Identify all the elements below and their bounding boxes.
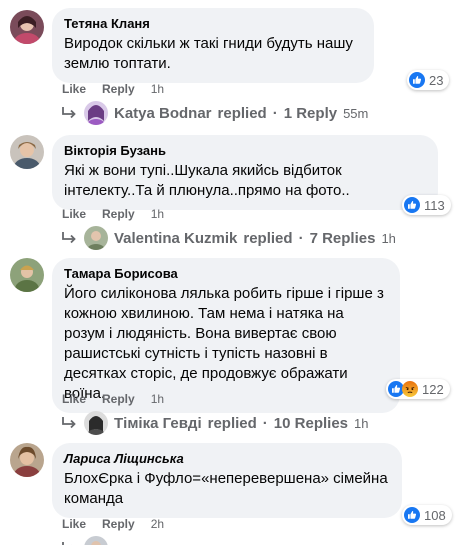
like-button[interactable]: Like [62, 516, 86, 532]
reaction-summary[interactable]: 23 [407, 70, 450, 90]
comment-author[interactable]: Тамара Борисова [64, 266, 388, 282]
reaction-summary[interactable]: 122 [386, 379, 450, 399]
avatar[interactable] [10, 135, 44, 169]
comment-time[interactable]: 1h [151, 391, 164, 407]
reply-author: Valentina Kuzmik [114, 229, 238, 247]
reply-button[interactable]: Reply [102, 516, 135, 532]
like-icon [404, 507, 420, 523]
like-button[interactable]: Like [62, 81, 86, 97]
reaction-count: 113 [424, 197, 445, 213]
replied-label: replied [217, 104, 267, 122]
reply-button[interactable]: Reply [102, 391, 135, 407]
comment-time[interactable]: 2h [151, 516, 164, 532]
reply-time: 1h [381, 230, 396, 246]
like-icon [409, 72, 425, 88]
reply-count: 7 Replies [309, 229, 376, 247]
comment-text: Які ж вони тупі..Шукала якийсь відбиток … [64, 162, 350, 199]
reply-arrow-icon [62, 417, 76, 429]
separator: · [272, 104, 278, 122]
reaction-count: 122 [422, 381, 444, 397]
avatar[interactable] [10, 258, 44, 292]
like-button[interactable]: Like [62, 391, 86, 407]
comment-bubble: Вікторія Бузань Які ж вони тупі..Шукала … [52, 135, 438, 210]
reply-arrow-icon [62, 107, 76, 119]
replied-label: replied [207, 414, 257, 432]
comment-actions: Like Reply 1h [62, 81, 164, 97]
reply-time: 55m [343, 105, 369, 121]
reply-author: Katya Bodnar [114, 104, 212, 122]
reply-count: 1 Reply [283, 104, 338, 122]
replies-link[interactable] [60, 536, 108, 545]
reply-time: 1h [354, 415, 369, 431]
comment-author[interactable]: Тетяна Кланя [64, 16, 362, 32]
comment-actions: Like Reply 2h [62, 516, 164, 532]
comment-time[interactable]: 1h [151, 81, 164, 97]
separator: · [262, 414, 268, 432]
replies-link[interactable]: Katya Bodnar replied · 1 Reply 55m [60, 101, 368, 125]
replied-label: replied [243, 229, 293, 247]
reply-arrow-icon [62, 232, 76, 244]
comment-text: Виродок скільки ж такі гниди будуть нашу… [64, 35, 353, 72]
comment-author[interactable]: Вікторія Бузань [64, 143, 426, 159]
angry-icon [402, 381, 418, 397]
comment-time[interactable]: 1h [151, 206, 164, 222]
comment-bubble: Лариса Ліщинська БлохЄрка і Фуфло=«непер… [52, 443, 402, 518]
replies-link[interactable]: Тіміка Гевді replied · 10 Replies 1h [60, 411, 368, 435]
reply-count: 10 Replies [273, 414, 349, 432]
avatar [84, 411, 108, 435]
replies-link[interactable]: Valentina Kuzmik replied · 7 Replies 1h [60, 226, 396, 250]
comment-actions: Like Reply 1h [62, 391, 164, 407]
comment-text: БлохЄрка і Фуфло=«неперевершена» сімейна… [64, 470, 388, 507]
reply-button[interactable]: Reply [102, 206, 135, 222]
avatar[interactable] [10, 443, 44, 477]
like-button[interactable]: Like [62, 206, 86, 222]
avatar [84, 536, 108, 545]
avatar [84, 101, 108, 125]
comment-bubble: Тетяна Кланя Виродок скільки ж такі гнид… [52, 8, 374, 83]
reply-arrow-icon [62, 542, 72, 545]
comment-text: Його силіконова лялька робить гірше і гі… [64, 285, 384, 402]
comment-actions: Like Reply 1h [62, 206, 164, 222]
reply-button[interactable]: Reply [102, 81, 135, 97]
avatar [84, 226, 108, 250]
reaction-count: 23 [429, 72, 444, 88]
avatar[interactable] [10, 10, 44, 44]
reply-author: Тіміка Гевді [114, 414, 202, 432]
separator: · [298, 229, 304, 247]
comment-author[interactable]: Лариса Ліщинська [64, 451, 390, 467]
reaction-summary[interactable]: 113 [402, 195, 451, 215]
like-icon [404, 197, 420, 213]
reaction-summary[interactable]: 108 [402, 505, 452, 525]
reaction-count: 108 [424, 507, 446, 523]
comment-bubble: Тамара Борисова Його силіконова лялька р… [52, 258, 400, 413]
